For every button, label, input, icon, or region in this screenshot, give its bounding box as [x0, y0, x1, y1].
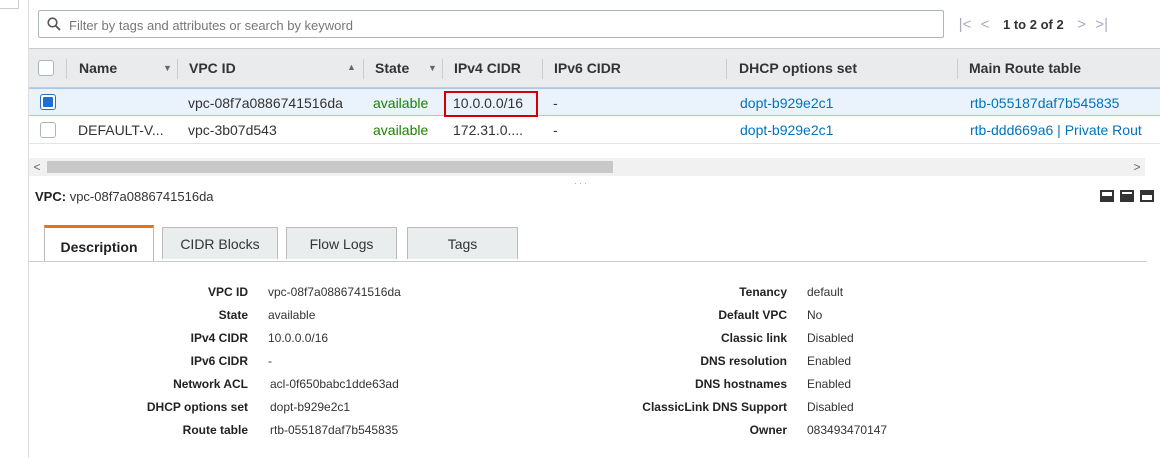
dhcp-link[interactable]: dopt-b929e2c1	[740, 116, 940, 144]
highlight-box	[444, 91, 538, 117]
cell-ipv6-cidr: -	[553, 95, 558, 111]
next-page-icon[interactable]: >	[1072, 16, 1092, 33]
label-network-acl: Network ACL	[173, 377, 248, 391]
route-table-link[interactable]: rtb-055187daf7b545835	[270, 423, 398, 437]
label-route-table: Route table	[182, 423, 248, 437]
label-state: State	[218, 308, 248, 322]
table-row[interactable]: DEFAULT-V... vpc-3b07d543 available 172.…	[29, 116, 1160, 144]
row-checkbox[interactable]	[40, 122, 56, 138]
panel-view-toggles	[1100, 190, 1154, 202]
label-default-vpc: Default VPC	[718, 308, 787, 322]
scrollbar-thumb[interactable]	[47, 161, 613, 173]
route-table-link[interactable]: rtb-ddd669a6 | Private Rout	[970, 116, 1160, 144]
value-tenancy: default	[807, 285, 844, 299]
last-page-icon[interactable]: >|	[1092, 16, 1112, 33]
value-ipv6-cidr: -	[268, 354, 272, 368]
cell-ipv4-cidr: 172.31.0....	[453, 122, 524, 138]
search-input[interactable]	[67, 16, 931, 34]
label-owner: Owner	[749, 423, 787, 437]
filter-caret-icon[interactable]: ▼	[428, 63, 437, 73]
scroll-left-icon[interactable]: <	[29, 158, 45, 176]
tab-tags[interactable]: Tags	[407, 227, 518, 259]
label-classic-link: Classic link	[720, 331, 787, 345]
resize-grip-icon[interactable]: ···	[574, 178, 589, 188]
column-ipv4-cidr[interactable]: IPv4 CIDR	[454, 49, 521, 87]
value-dns-resolution: Enabled	[807, 354, 852, 368]
label-tenancy: Tenancy	[739, 285, 787, 299]
label-dhcp-options: DHCP options set	[146, 400, 248, 414]
filter-box[interactable]	[38, 10, 944, 38]
label-classiclink-dns: ClassicLink DNS Support	[642, 400, 787, 414]
left-panel-edge	[0, 0, 19, 9]
value-classic-link: Disabled	[807, 331, 854, 345]
dhcp-link[interactable]: dopt-b929e2c1	[740, 89, 940, 117]
pagination: |< < 1 to 2 of 2 > >|	[955, 14, 1112, 34]
panel-large-icon[interactable]	[1140, 190, 1154, 202]
cell-state: available	[373, 95, 429, 111]
pagination-text: 1 to 2 of 2	[1003, 16, 1064, 32]
value-vpc-id: vpc-08f7a0886741516da	[268, 285, 401, 299]
value-dns-hostnames: Enabled	[807, 377, 852, 391]
label-vpc-id: VPC ID	[207, 285, 248, 299]
search-icon	[47, 17, 61, 31]
detail-tabs: Description CIDR Blocks Flow Logs Tags	[29, 225, 1147, 262]
cell-state: available	[373, 122, 429, 138]
value-owner: 083493470147	[807, 423, 888, 437]
cell-name	[79, 89, 173, 117]
row-checkbox[interactable]	[40, 94, 56, 110]
scroll-right-icon[interactable]: >	[1129, 158, 1145, 176]
horizontal-scrollbar[interactable]: < >	[29, 158, 1145, 176]
value-classiclink-dns: Disabled	[807, 400, 854, 414]
column-name[interactable]: Name	[79, 49, 117, 87]
tab-flow-logs[interactable]: Flow Logs	[286, 227, 397, 259]
tab-description[interactable]: Description	[44, 225, 154, 261]
prev-page-icon[interactable]: <	[975, 16, 995, 33]
column-main-route-table[interactable]: Main Route table	[969, 49, 1081, 87]
select-all-checkbox[interactable]	[38, 60, 54, 76]
value-default-vpc: No	[807, 308, 823, 322]
label-dns-resolution: DNS resolution	[700, 354, 787, 368]
table-row[interactable]: vpc-08f7a0886741516da available 10.0.0.0…	[29, 88, 1160, 117]
value-ipv4-cidr: 10.0.0.0/16	[268, 331, 329, 345]
panel-small-icon[interactable]	[1100, 190, 1114, 202]
label-ipv4-cidr: IPv4 CIDR	[190, 331, 248, 345]
cell-name: DEFAULT-V...	[78, 122, 164, 138]
value-state: available	[268, 308, 316, 322]
column-dhcp-options[interactable]: DHCP options set	[739, 49, 857, 87]
first-page-icon[interactable]: |<	[955, 16, 975, 33]
cell-ipv6-cidr: -	[553, 122, 558, 138]
panel-medium-icon[interactable]	[1120, 190, 1134, 202]
selected-vpc-title: VPC: vpc-08f7a0886741516da	[35, 189, 214, 204]
tab-cidr-blocks[interactable]: CIDR Blocks	[162, 227, 278, 259]
sort-ascending-icon[interactable]: ▲	[347, 62, 356, 72]
dhcp-options-link[interactable]: dopt-b929e2c1	[270, 400, 350, 414]
route-table-link[interactable]: rtb-055187daf7b545835	[970, 89, 1160, 117]
table-header: Name ▼ VPC ID ▲ State ▼ IPv4 CIDR IPv6 C…	[29, 48, 1160, 88]
network-acl-link[interactable]: acl-0f650babc1dde63ad	[270, 377, 399, 391]
cell-vpc-id: vpc-3b07d543	[188, 122, 277, 138]
label-dns-hostnames: DNS hostnames	[694, 377, 787, 391]
cell-vpc-id: vpc-08f7a0886741516da	[188, 95, 343, 111]
column-vpc-id[interactable]: VPC ID	[189, 49, 236, 87]
label-ipv6-cidr: IPv6 CIDR	[190, 354, 248, 368]
filter-caret-icon[interactable]: ▼	[163, 63, 172, 73]
column-ipv6-cidr[interactable]: IPv6 CIDR	[554, 49, 621, 87]
column-state[interactable]: State	[375, 49, 409, 87]
